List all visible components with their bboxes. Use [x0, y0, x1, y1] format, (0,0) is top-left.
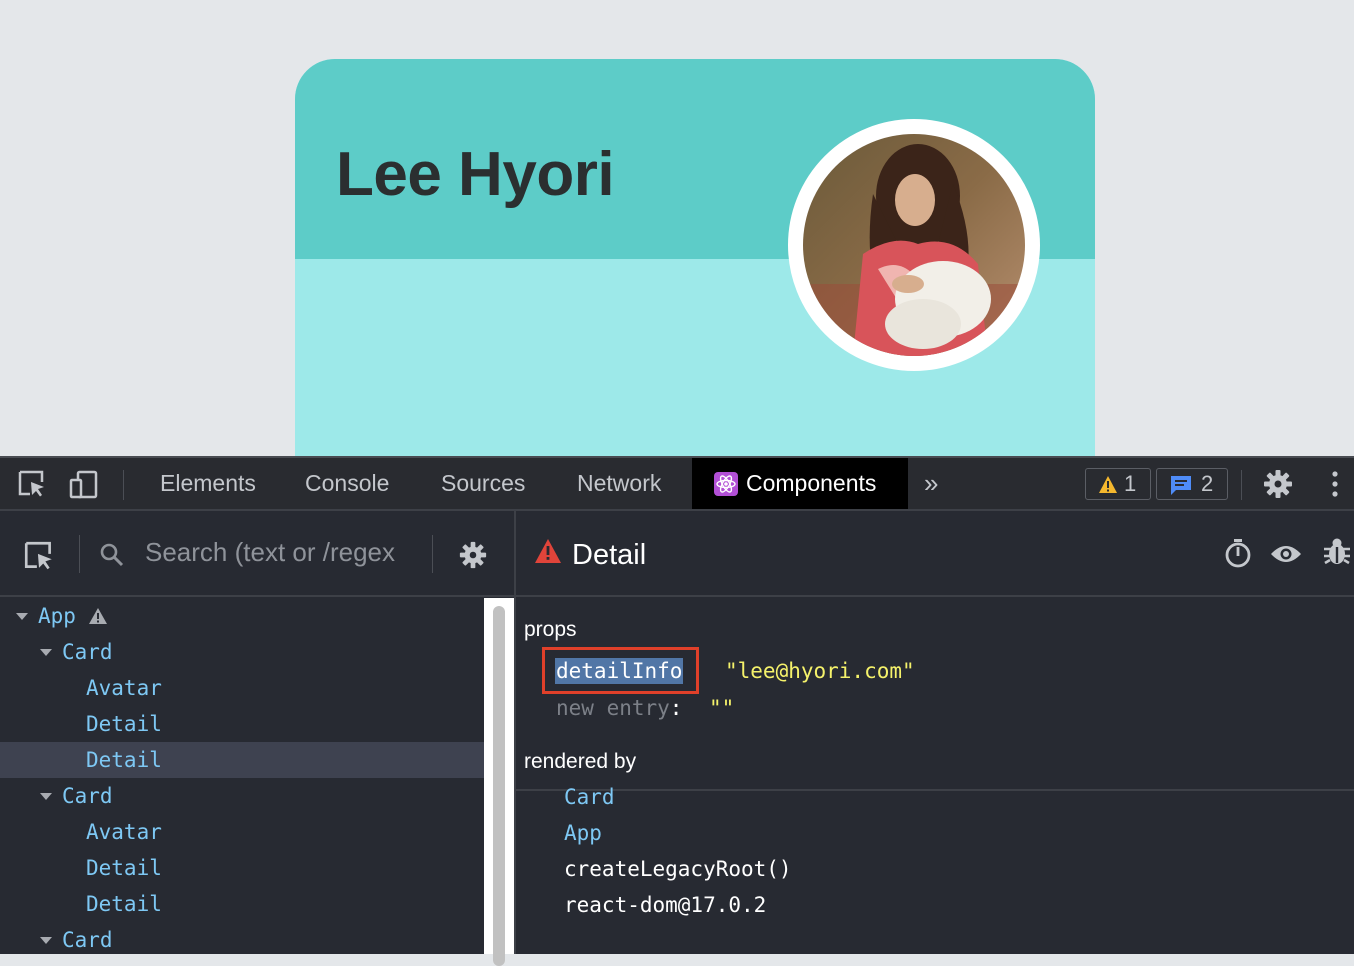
new-entry-key[interactable]: new entry: — [556, 695, 682, 721]
tab-sources[interactable]: Sources — [441, 458, 525, 509]
props-heading: props — [524, 618, 577, 641]
search-icon — [100, 543, 124, 567]
scrollbar-thumb[interactable] — [493, 606, 505, 966]
warning-icon — [1099, 476, 1117, 493]
tree-item-label: Detail — [86, 712, 162, 736]
toolbar-separator — [432, 535, 433, 573]
profile-card: Lee Hyori — [295, 59, 1095, 456]
tab-components[interactable]: Components — [692, 458, 908, 509]
card-name: Lee Hyori — [336, 140, 615, 209]
rendered-by-react-dom: react-dom@17.0.2 — [564, 893, 767, 917]
tree-item-label: Detail — [86, 892, 162, 916]
details-header: Detail — [516, 511, 1354, 597]
expand-arrow-icon[interactable] — [40, 793, 52, 800]
tree-item-label: Detail — [86, 748, 162, 772]
toolbar-separator — [1241, 470, 1242, 500]
eye-icon[interactable] — [1270, 543, 1302, 565]
tree-item-label: App — [38, 604, 76, 628]
messages-count: 2 — [1201, 471, 1214, 496]
toolbar-separator — [123, 470, 124, 500]
more-tabs-chevron-icon[interactable]: » — [924, 470, 938, 496]
device-toolbar-icon[interactable] — [68, 468, 100, 500]
tree-item-label: Card — [62, 640, 113, 664]
tree-toolbar: Search (text or /regex — [0, 511, 514, 597]
rendered-by-heading: rendered by — [524, 750, 637, 773]
warnings-badge[interactable]: 1 — [1085, 468, 1151, 500]
warnings-count: 1 — [1124, 471, 1137, 496]
tree-item-detail-selected[interactable]: Detail — [0, 742, 484, 778]
new-entry-label: new entry — [556, 696, 670, 720]
expand-arrow-icon[interactable] — [40, 937, 52, 944]
tree-settings-gear-icon[interactable] — [458, 540, 488, 570]
avatar-photo — [803, 134, 1025, 356]
tree-scrollbar[interactable] — [484, 598, 514, 966]
warning-icon — [89, 608, 107, 624]
tree-item-label: Avatar — [86, 820, 162, 844]
rendered-by-create-legacy-root: createLegacyRoot() — [564, 857, 792, 881]
bug-icon[interactable] — [1322, 537, 1352, 567]
component-details-pane: Detail props detailInfo "lee@hyori.com" — [516, 511, 1354, 954]
component-tree: App Card Avatar Detail Detail Card Avata… — [0, 598, 484, 954]
more-options-icon[interactable] — [1320, 468, 1350, 500]
settings-gear-icon[interactable] — [1262, 468, 1294, 500]
tree-item-card[interactable]: Card — [0, 634, 484, 670]
toolbar-separator — [79, 535, 80, 573]
devtools-tabbar: Elements Console Sources Network Compone… — [0, 456, 1354, 511]
tab-console[interactable]: Console — [305, 458, 389, 509]
tab-network[interactable]: Network — [577, 458, 661, 509]
tree-item-label: Card — [62, 928, 113, 952]
component-tree-pane: Search (text or /regex App Card Avatar D… — [0, 511, 514, 966]
tree-item-card[interactable]: Card — [0, 778, 484, 814]
prop-value-detailinfo[interactable]: "lee@hyori.com" — [725, 658, 915, 684]
tree-item-label: Avatar — [86, 676, 162, 700]
tree-item-detail[interactable]: Detail — [0, 850, 484, 886]
selected-component-name: Detail — [572, 539, 647, 571]
tree-item-app[interactable]: App — [0, 598, 484, 634]
expand-arrow-icon[interactable] — [40, 649, 52, 656]
tree-item-label: Card — [62, 784, 113, 808]
section-divider — [516, 789, 1354, 791]
devtools-panel: Elements Console Sources Network Compone… — [0, 456, 1354, 966]
rendered-page: Lee Hyori — [0, 0, 1354, 456]
tree-item-avatar[interactable]: Avatar — [0, 670, 484, 706]
message-icon — [1171, 476, 1191, 495]
tree-item-label: Detail — [86, 856, 162, 880]
tab-components-label: Components — [746, 470, 877, 496]
inspect-element-icon[interactable] — [16, 468, 48, 500]
messages-badge[interactable]: 2 — [1156, 468, 1228, 500]
tree-item-card[interactable]: Card — [0, 922, 484, 958]
rendered-by-card[interactable]: Card — [564, 784, 615, 810]
stopwatch-icon[interactable] — [1224, 538, 1252, 568]
expand-arrow-icon[interactable] — [16, 613, 28, 620]
rendered-by-app[interactable]: App — [564, 820, 602, 846]
react-components-icon — [714, 472, 738, 496]
error-warning-icon — [535, 539, 561, 563]
prop-key-detailinfo[interactable]: detailInfo — [555, 658, 684, 684]
search-input[interactable]: Search (text or /regex — [145, 537, 395, 568]
new-entry-value[interactable]: "" — [709, 695, 734, 721]
tree-item-avatar[interactable]: Avatar — [0, 814, 484, 850]
select-element-icon[interactable] — [22, 539, 56, 573]
tree-item-detail[interactable]: Detail — [0, 706, 484, 742]
tab-elements[interactable]: Elements — [160, 458, 256, 509]
tree-item-detail[interactable]: Detail — [0, 886, 484, 922]
avatar — [788, 119, 1040, 371]
